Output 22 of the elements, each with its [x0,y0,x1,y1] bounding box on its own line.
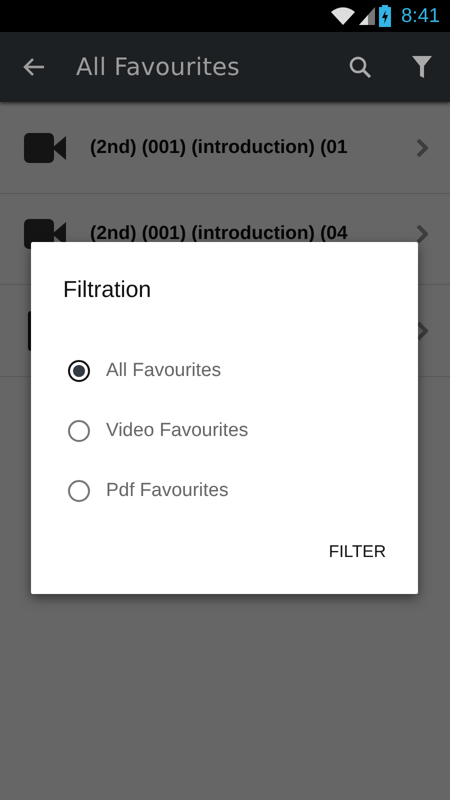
wifi-icon [331,7,356,25]
option-label: All Favourites [106,360,222,382]
battery-icon [379,5,392,27]
chevron-icon [416,138,428,158]
file-title: (2nd) (001) (introduction) (04 [90,223,349,245]
screen-title: All Favourites [76,53,241,81]
filter-button[interactable] [412,56,432,78]
clock-time: 8:41 [401,4,440,28]
list-row[interactable]: (2nd) (001) (introduction) (01 [0,102,450,194]
back-button[interactable] [22,57,46,77]
radio-button[interactable] [68,360,90,382]
chevron-icon [416,320,428,340]
filter-action-button[interactable]: FILTER [328,534,386,570]
search-button[interactable] [348,55,372,79]
option-label: Pdf Favourites [106,480,228,502]
file-title: (2nd) (001) (introduction) (01 [90,136,349,158]
chevron-icon [416,224,428,244]
video-camera-icon [24,132,66,162]
signal-icon [359,7,376,25]
option-label: Video Favourites [106,420,248,442]
radio-button[interactable] [68,420,90,442]
radio-button[interactable] [68,480,90,502]
